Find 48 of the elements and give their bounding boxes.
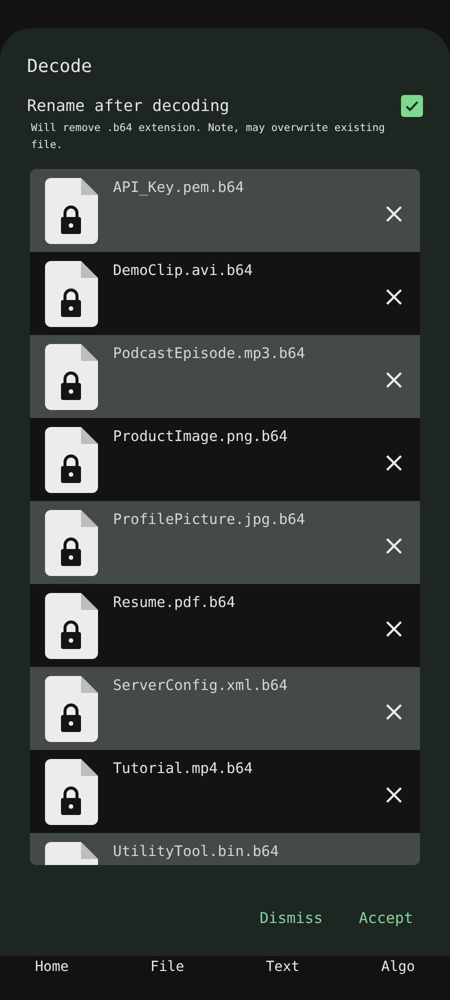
nav-tab[interactable]: Text	[266, 958, 300, 978]
locked-file-icon	[45, 344, 98, 410]
dialog-title: Decode	[27, 56, 94, 78]
locked-file-icon	[45, 593, 98, 659]
file-row[interactable]: ServerConfig.xml.b64	[30, 667, 420, 750]
option-label: Rename after decoding	[27, 95, 230, 117]
locked-file-icon	[45, 427, 98, 493]
locked-file-icon	[45, 510, 98, 576]
locked-file-icon	[45, 178, 98, 244]
remove-button[interactable]	[385, 786, 403, 804]
close-icon	[385, 620, 403, 638]
locked-file-icon	[45, 759, 98, 825]
close-icon	[385, 205, 403, 223]
confirm-button[interactable]: Accept	[358, 907, 413, 930]
file-name: Tutorial.mp4.b64	[113, 760, 254, 779]
locked-file-icon	[45, 261, 98, 327]
file-name: ProfilePicture.jpg.b64	[113, 511, 306, 530]
file-row[interactable]: PodcastEpisode.mp3.b64	[30, 335, 420, 418]
option-note: Will remove .b64 extension. Note, may overwrite existing file.	[31, 121, 386, 153]
remove-button[interactable]	[385, 371, 403, 389]
remove-button[interactable]	[385, 703, 403, 721]
file-row[interactable]: API_Key.pem.b64	[30, 169, 420, 252]
file-row[interactable]: UtilityTool.bin.b64	[30, 833, 420, 865]
file-row[interactable]: ProfilePicture.jpg.b64	[30, 501, 420, 584]
remove-button[interactable]	[385, 454, 403, 472]
file-name: DemoClip.avi.b64	[113, 262, 254, 281]
close-icon	[385, 786, 403, 804]
checkbox[interactable]	[401, 95, 423, 117]
close-icon	[385, 454, 403, 472]
close-icon	[385, 703, 403, 721]
file-name: ProductImage.png.b64	[113, 428, 289, 447]
nav-tab[interactable]: Algo	[381, 958, 415, 978]
file-name: ServerConfig.xml.b64	[113, 677, 289, 696]
remove-button[interactable]	[385, 288, 403, 306]
nav-tab[interactable]: Home	[35, 958, 69, 978]
nav-tab[interactable]: File	[150, 958, 184, 978]
file-name: PodcastEpisode.mp3.b64	[113, 345, 306, 364]
close-icon	[385, 537, 403, 555]
remove-button[interactable]	[385, 205, 403, 223]
remove-button[interactable]	[385, 620, 403, 638]
file-name: API_Key.pem.b64	[113, 179, 245, 198]
file-name: UtilityTool.bin.b64	[113, 843, 280, 862]
file-name: Resume.pdf.b64	[113, 594, 236, 613]
close-icon	[385, 371, 403, 389]
remove-button[interactable]	[385, 537, 403, 555]
close-icon	[385, 288, 403, 306]
locked-file-icon	[45, 676, 98, 742]
dismiss-button[interactable]: Dismiss	[260, 907, 323, 930]
